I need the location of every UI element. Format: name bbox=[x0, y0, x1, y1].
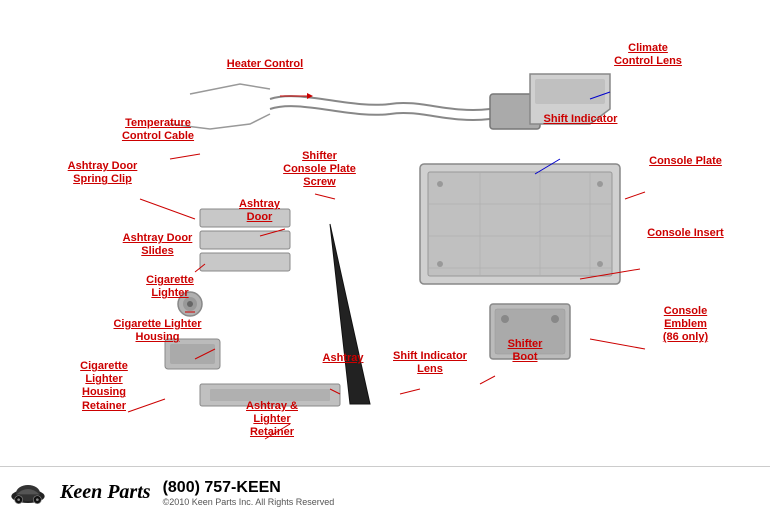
console-insert-label[interactable]: Console Insert bbox=[638, 227, 733, 240]
ashtray-door-spring-clip-label[interactable]: Ashtray DoorSpring Clip bbox=[55, 160, 150, 186]
parts-diagram-svg bbox=[0, 0, 770, 518]
console-emblem-label[interactable]: ConsoleEmblem(86 only) bbox=[638, 305, 733, 345]
logo-area: Keen Parts bbox=[60, 481, 151, 504]
console-plate-label[interactable]: Console Plate bbox=[638, 155, 733, 168]
car-icon bbox=[8, 478, 48, 508]
ashtray-label[interactable]: Ashtray bbox=[308, 352, 378, 365]
shift-indicator-label[interactable]: Shift Indicator bbox=[528, 113, 633, 126]
copyright: ©2010 Keen Parts Inc. All Rights Reserve… bbox=[163, 497, 335, 507]
ashtray-door-slides-label[interactable]: Ashtray DoorSlides bbox=[110, 232, 205, 258]
temperature-control-cable-label[interactable]: TemperatureControl Cable bbox=[108, 117, 208, 143]
cigarette-lighter-housing-label[interactable]: Cigarette LighterHousing bbox=[105, 318, 210, 344]
phone-number: (800) 757-KEEN bbox=[163, 479, 335, 497]
heater-control-label[interactable]: Heater Control bbox=[215, 58, 315, 71]
shifter-boot-label[interactable]: ShifterBoot bbox=[485, 338, 565, 364]
ashtray-lighter-retainer-label[interactable]: Ashtray &LighterRetainer bbox=[228, 400, 316, 440]
cigarette-lighter-label[interactable]: CigaretteLighter bbox=[125, 274, 215, 300]
diagram-container: Heater Control ClimateControl Lens Tempe… bbox=[0, 0, 770, 518]
shifter-console-plate-screw-label[interactable]: ShifterConsole PlateScrew bbox=[272, 150, 367, 190]
cigarette-lighter-housing-retainer-label[interactable]: CigaretteLighterHousingRetainer bbox=[58, 360, 150, 413]
shift-indicator-lens-label[interactable]: Shift IndicatorLens bbox=[385, 350, 475, 376]
climate-control-lens-label[interactable]: ClimateControl Lens bbox=[598, 42, 698, 68]
ashtray-door-label[interactable]: AshtrayDoor bbox=[222, 198, 297, 224]
footer: Keen Parts (800) 757-KEEN ©2010 Keen Par… bbox=[0, 466, 770, 518]
logo-text: Keen Parts bbox=[60, 481, 151, 504]
